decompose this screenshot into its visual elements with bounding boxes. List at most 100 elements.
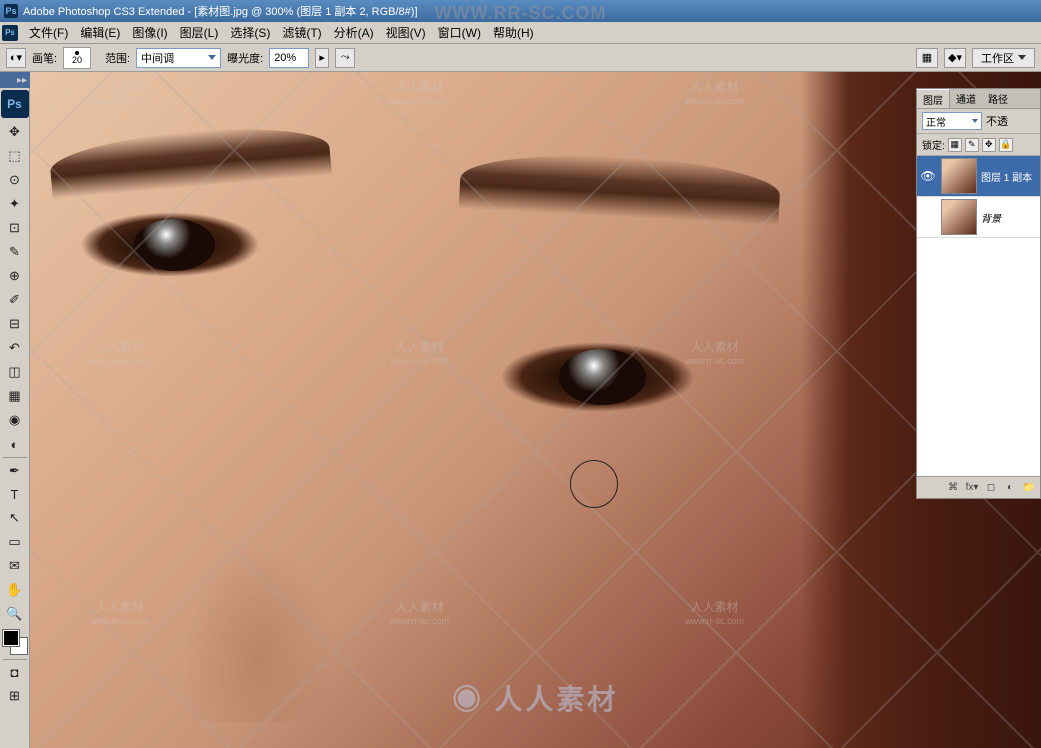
menu-image[interactable]: 图像(I) [126,22,173,43]
link-layers-icon[interactable]: ⌘ [945,480,961,496]
image-eye-left [80,212,260,277]
layer-thumbnail[interactable] [941,158,977,194]
tool-notes[interactable]: ✉ [3,555,27,577]
layer-name[interactable]: 背景 [981,210,1038,225]
lock-pixels-icon[interactable]: ✎ [965,138,979,152]
layer-list: 👁 图层 1 副本 背景 [917,156,1040,476]
adjustment-layer-icon[interactable]: ◐ [1002,480,1018,496]
tool-history-brush[interactable]: ↶ [3,337,27,359]
lock-all-icon[interactable]: 🔒 [999,138,1013,152]
workspace-label: 工作区 [981,50,1014,66]
tool-stamp[interactable]: ⊟ [3,313,27,335]
blend-mode-dropdown[interactable]: 正常 [922,112,982,130]
tool-zoom[interactable]: 🔍 [3,603,27,625]
menu-window[interactable]: 窗口(W) [432,22,487,43]
tool-eyedropper[interactable]: ✎ [3,241,27,263]
image-eye-right [500,342,695,412]
menu-filter[interactable]: 滤镜(T) [276,22,327,43]
toolbox-collapse-tab[interactable]: ▸▸ [0,72,30,88]
brush-picker[interactable]: 20 [63,47,91,69]
tool-crop[interactable]: ⊡ [3,217,27,239]
menu-help[interactable]: 帮助(H) [487,22,540,43]
foreground-color[interactable] [3,630,19,646]
menubar: Ps 文件(F) 编辑(E) 图像(I) 图层(L) 选择(S) 滤镜(T) 分… [0,22,1041,44]
workspace-dropdown[interactable]: 工作区 [972,48,1035,68]
tab-channels[interactable]: 通道 [950,89,982,108]
menu-layer[interactable]: 图层(L) [174,22,225,43]
opacity-label: 不透 [986,113,1008,129]
tool-brush[interactable]: ✐ [3,289,27,311]
exposure-flyout[interactable]: ▸ [315,48,329,68]
tool-move[interactable]: ✥ [3,121,27,143]
window-title: Adobe Photoshop CS3 Extended - [素材图.jpg … [23,3,418,19]
tool-type[interactable]: T [3,483,27,505]
color-swatches[interactable] [3,630,27,654]
visibility-icon[interactable]: 👁 [919,167,937,185]
menu-file[interactable]: 文件(F) [23,22,74,43]
panel-tabs: 图层 通道 路径 [917,89,1040,109]
menu-select[interactable]: 选择(S) [224,22,276,43]
tool-gradient[interactable]: ▦ [3,385,27,407]
exposure-input[interactable] [269,48,309,68]
tool-marquee[interactable]: ⬚ [3,145,27,167]
layer-mask-icon[interactable]: ◻ [983,480,999,496]
canvas-area[interactable]: 人人素材www.rr-sc.com 人人素材www.rr-sc.com 人人素材… [30,72,1041,748]
ps-app-icon: Ps [4,4,18,18]
chevron-down-icon [208,55,216,60]
ps-logo-icon: Ps [1,90,29,118]
tool-lasso[interactable]: ⊙ [3,169,27,191]
tool-pen[interactable]: ✒ [3,457,27,481]
range-value: 中间调 [141,50,174,66]
tool-quickmask[interactable]: ◘ [3,659,27,683]
image-nose [170,522,350,722]
layer-name[interactable]: 图层 1 副本 [981,169,1038,184]
range-dropdown[interactable]: 中间调 [136,48,221,68]
tab-paths[interactable]: 路径 [982,89,1014,108]
palette-well-2[interactable]: ◆▾ [944,48,966,68]
menu-view[interactable]: 视图(V) [380,22,432,43]
tool-dodge[interactable]: ◐ [3,433,27,455]
canvas-image [30,72,1041,748]
toolbox: Ps ✥ ⬚ ⊙ ✦ ⊡ ✎ ⊕ ✐ ⊟ ↶ ◫ ▦ ◉ ◐ ✒ T ↖ ▭ ✉… [0,72,30,748]
blend-mode-row: 正常 不透 [917,109,1040,134]
tool-path-select[interactable]: ↖ [3,507,27,529]
tool-healing[interactable]: ⊕ [3,265,27,287]
lock-label: 锁定: [922,137,945,152]
image-brow-left [48,120,332,199]
layers-panel-footer: ⌘ fx▾ ◻ ◐ 📁 [917,476,1040,498]
exposure-label: 曝光度: [227,50,263,66]
tool-blur[interactable]: ◉ [3,409,27,431]
menu-analysis[interactable]: 分析(A) [328,22,380,43]
tool-preset-picker[interactable]: ◐▾ [6,48,26,68]
tool-screenmode[interactable]: ⊞ [3,685,27,707]
tool-hand[interactable]: ✋ [3,579,27,601]
blend-mode-value: 正常 [926,114,946,129]
ps-doc-icon: Ps [2,25,18,41]
range-label: 范围: [105,50,130,66]
palette-well-1[interactable]: ▦ [916,48,938,68]
tool-magic-wand[interactable]: ✦ [3,193,27,215]
double-arrow-icon: ▸▸ [17,75,27,86]
chevron-down-icon [1018,55,1026,60]
image-brow-right [459,149,782,226]
options-bar: ◐▾ 画笔: 20 范围: 中间调 曝光度: ▸ ⤳ ▦ ◆▾ 工作区 [0,44,1041,72]
tool-shape[interactable]: ▭ [3,531,27,553]
layer-row[interactable]: 👁 图层 1 副本 [917,156,1040,197]
tab-layers[interactable]: 图层 [917,89,950,108]
lock-transparency-icon[interactable]: ▦ [948,138,962,152]
airbrush-toggle[interactable]: ⤳ [335,48,355,68]
layer-group-icon[interactable]: 📁 [1021,480,1037,496]
layer-style-icon[interactable]: fx▾ [964,480,980,496]
brush-label: 画笔: [32,50,57,66]
visibility-icon[interactable] [919,208,937,226]
lock-position-icon[interactable]: ✥ [982,138,996,152]
lock-row: 锁定: ▦ ✎ ✥ 🔒 [917,134,1040,156]
layers-panel: 图层 通道 路径 正常 不透 锁定: ▦ ✎ ✥ 🔒 👁 [916,88,1041,499]
layer-row[interactable]: 背景 [917,197,1040,238]
titlebar: Ps Adobe Photoshop CS3 Extended - [素材图.j… [0,0,1041,22]
chevron-down-icon [972,119,978,123]
tool-eraser[interactable]: ◫ [3,361,27,383]
layer-thumbnail[interactable] [941,199,977,235]
menu-edit[interactable]: 编辑(E) [74,22,126,43]
brush-size-value: 20 [72,55,82,65]
